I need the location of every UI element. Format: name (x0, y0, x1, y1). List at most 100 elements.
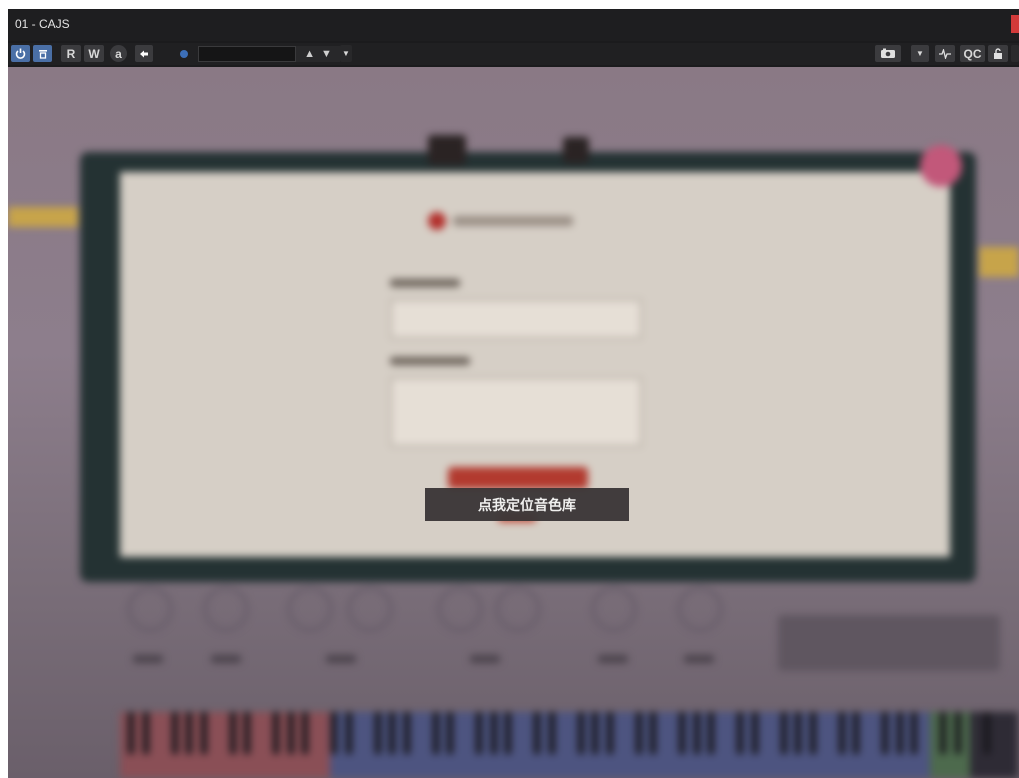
black-key[interactable] (490, 712, 497, 754)
preset-navigation[interactable]: ▲ ▼ (296, 46, 340, 62)
black-key[interactable] (200, 712, 207, 754)
black-key[interactable] (592, 712, 598, 754)
black-key[interactable] (374, 712, 381, 754)
black-key[interactable] (940, 712, 946, 754)
bypass-icon (38, 49, 48, 59)
decoration-left (8, 207, 78, 227)
knob[interactable] (288, 587, 332, 631)
learn-button[interactable]: a (110, 45, 127, 62)
title-bar[interactable]: 01 - CAJS (8, 9, 1019, 41)
knob-label (133, 655, 163, 663)
knob[interactable] (496, 587, 540, 631)
decoration-right (979, 247, 1019, 277)
black-key[interactable] (708, 712, 714, 754)
write-automation-button[interactable]: W (84, 45, 104, 62)
black-key[interactable] (882, 712, 888, 754)
knob[interactable] (438, 587, 482, 631)
chevron-down-icon: ▼ (916, 49, 924, 58)
waveform-icon (939, 48, 951, 59)
close-button[interactable] (1011, 15, 1019, 33)
black-key[interactable] (650, 712, 656, 754)
black-key[interactable] (606, 712, 613, 754)
keyzone-green (930, 712, 970, 778)
black-key[interactable] (780, 712, 787, 754)
side-toggle-button[interactable] (1011, 45, 1019, 62)
knob[interactable] (128, 587, 172, 631)
black-key[interactable] (737, 712, 743, 754)
lock-icon (993, 48, 1003, 59)
logo-icon (428, 212, 446, 230)
knob-label (470, 655, 500, 663)
power-button[interactable] (11, 45, 30, 62)
code-field[interactable] (390, 377, 642, 447)
black-key[interactable] (244, 712, 250, 754)
black-key[interactable] (534, 712, 540, 754)
knob[interactable] (592, 587, 636, 631)
black-key[interactable] (795, 712, 801, 754)
knob[interactable] (204, 587, 248, 631)
black-key[interactable] (447, 712, 453, 754)
knob-label (326, 655, 356, 663)
preset-menu-button[interactable]: ▼ (340, 45, 352, 62)
black-key[interactable] (171, 712, 178, 754)
window-title: 01 - CAJS (15, 17, 70, 31)
black-key[interactable] (229, 712, 236, 754)
black-key[interactable] (853, 712, 859, 754)
black-key[interactable] (331, 712, 337, 754)
panel-heading-glyph (428, 135, 466, 165)
chevron-down-icon: ▼ (342, 49, 350, 58)
preset-name-field[interactable] (198, 46, 296, 62)
status-dot-icon (180, 50, 188, 58)
envelope-display (778, 615, 1000, 671)
camera-button[interactable] (875, 45, 901, 62)
black-key[interactable] (635, 712, 642, 754)
black-key[interactable] (128, 712, 134, 754)
black-key[interactable] (476, 712, 482, 754)
read-automation-button[interactable]: R (61, 45, 81, 62)
arrow-left-icon (139, 49, 149, 59)
field-label (390, 357, 470, 365)
black-key[interactable] (548, 712, 555, 754)
knob[interactable] (678, 587, 722, 631)
black-key[interactable] (403, 712, 410, 754)
black-key[interactable] (142, 712, 149, 754)
black-key[interactable] (679, 712, 685, 754)
knob[interactable] (348, 587, 392, 631)
knob-label (598, 655, 628, 663)
panel-heading-glyph (563, 137, 589, 163)
bypass-button[interactable] (33, 45, 52, 62)
black-key[interactable] (287, 712, 294, 754)
black-key[interactable] (954, 712, 961, 754)
qc-button[interactable]: QC (960, 45, 985, 62)
dropdown-button[interactable]: ▼ (911, 45, 929, 62)
black-key[interactable] (838, 712, 845, 754)
black-key[interactable] (751, 712, 758, 754)
black-key[interactable] (389, 712, 395, 754)
black-key[interactable] (693, 712, 700, 754)
serial-field[interactable] (390, 299, 642, 339)
lock-button[interactable] (988, 45, 1008, 62)
logo-text (453, 216, 573, 226)
black-key[interactable] (896, 712, 903, 754)
waveform-button[interactable] (935, 45, 955, 62)
field-label (390, 279, 460, 287)
piano-keyboard[interactable] (120, 712, 1018, 778)
black-key[interactable] (983, 712, 990, 754)
black-key[interactable] (345, 712, 352, 754)
arrow-button[interactable] (135, 45, 153, 62)
locate-library-button[interactable]: 点我定位音色库 (425, 488, 629, 521)
black-key[interactable] (432, 712, 439, 754)
black-key[interactable] (577, 712, 584, 754)
black-key[interactable] (302, 712, 308, 754)
activate-button[interactable] (448, 467, 588, 489)
black-key[interactable] (911, 712, 917, 754)
black-key[interactable] (809, 712, 816, 754)
knob-label (684, 655, 714, 663)
preset-prev-icon[interactable]: ▲ (304, 48, 315, 60)
black-key[interactable] (186, 712, 192, 754)
blurred-instrument-ui (8, 67, 1019, 778)
black-key[interactable] (505, 712, 511, 754)
preset-next-icon[interactable]: ▼ (321, 48, 332, 60)
black-key[interactable] (273, 712, 279, 754)
plugin-toolbar: R W a ▲ ▼ ▼ ▼ QC (8, 43, 1019, 65)
